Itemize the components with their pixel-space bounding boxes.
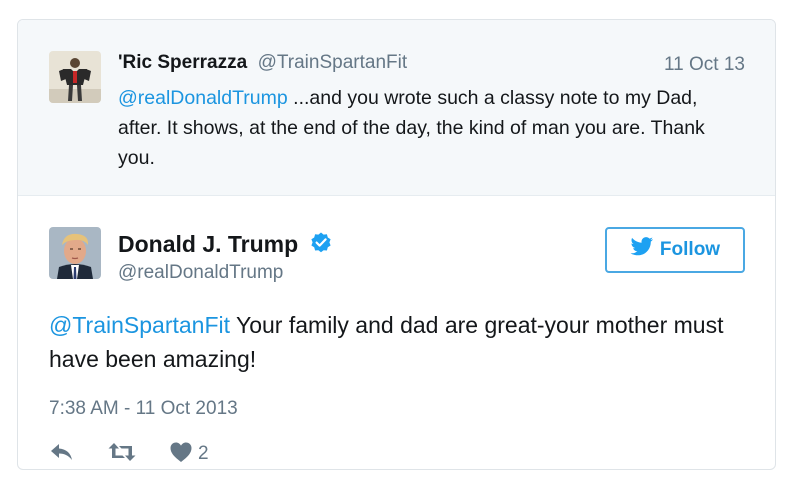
parent-avatar[interactable]	[49, 51, 101, 103]
tweet-mention-link[interactable]: @TrainSpartanFit	[49, 312, 230, 338]
follow-button[interactable]: Follow	[605, 227, 745, 273]
heart-icon	[169, 441, 193, 468]
author-display-name[interactable]: Donald J. Trump	[118, 231, 298, 257]
verified-badge-icon	[309, 231, 333, 261]
parent-avatar-image	[49, 51, 101, 103]
parent-display-name[interactable]: 'Ric Sperrazza	[118, 52, 247, 73]
parent-mention-link[interactable]: @realDonaldTrump	[118, 87, 288, 109]
reply-button[interactable]	[49, 441, 75, 468]
author-name-row: Donald J. Trump	[118, 231, 333, 261]
author-handle[interactable]: @realDonaldTrump	[118, 262, 283, 284]
parent-tweet-date[interactable]: 11 Oct 13	[664, 54, 745, 76]
like-count: 2	[198, 443, 209, 464]
parent-tweet[interactable]: 'Ric Sperrazza @TrainSpartanFit 11 Oct 1…	[18, 20, 775, 196]
author-avatar[interactable]	[49, 227, 101, 279]
retweet-icon	[107, 441, 137, 468]
parent-handle[interactable]: @TrainSpartanFit	[258, 52, 408, 73]
follow-button-label: Follow	[659, 239, 721, 260]
tweet-timestamp[interactable]: 7:38 AM - 11 Oct 2013	[49, 398, 238, 420]
tweet-actions: 2	[49, 440, 209, 468]
twitter-bird-icon	[630, 237, 654, 263]
like-button[interactable]: 2	[169, 441, 209, 468]
reply-icon	[49, 441, 75, 468]
parent-tweet-header: 'Ric Sperrazza @TrainSpartanFit 11 Oct 1…	[118, 52, 745, 78]
embedded-tweet-card: 'Ric Sperrazza @TrainSpartanFit 11 Oct 1…	[17, 19, 776, 470]
parent-tweet-text: @realDonaldTrump ...and you wrote such a…	[118, 83, 738, 173]
retweet-button[interactable]	[107, 441, 137, 468]
tweet-text: @TrainSpartanFit Your family and dad are…	[49, 308, 729, 376]
author-avatar-image	[49, 227, 101, 279]
main-tweet: Donald J. Trump @realDonaldTrump Follow …	[18, 196, 775, 469]
